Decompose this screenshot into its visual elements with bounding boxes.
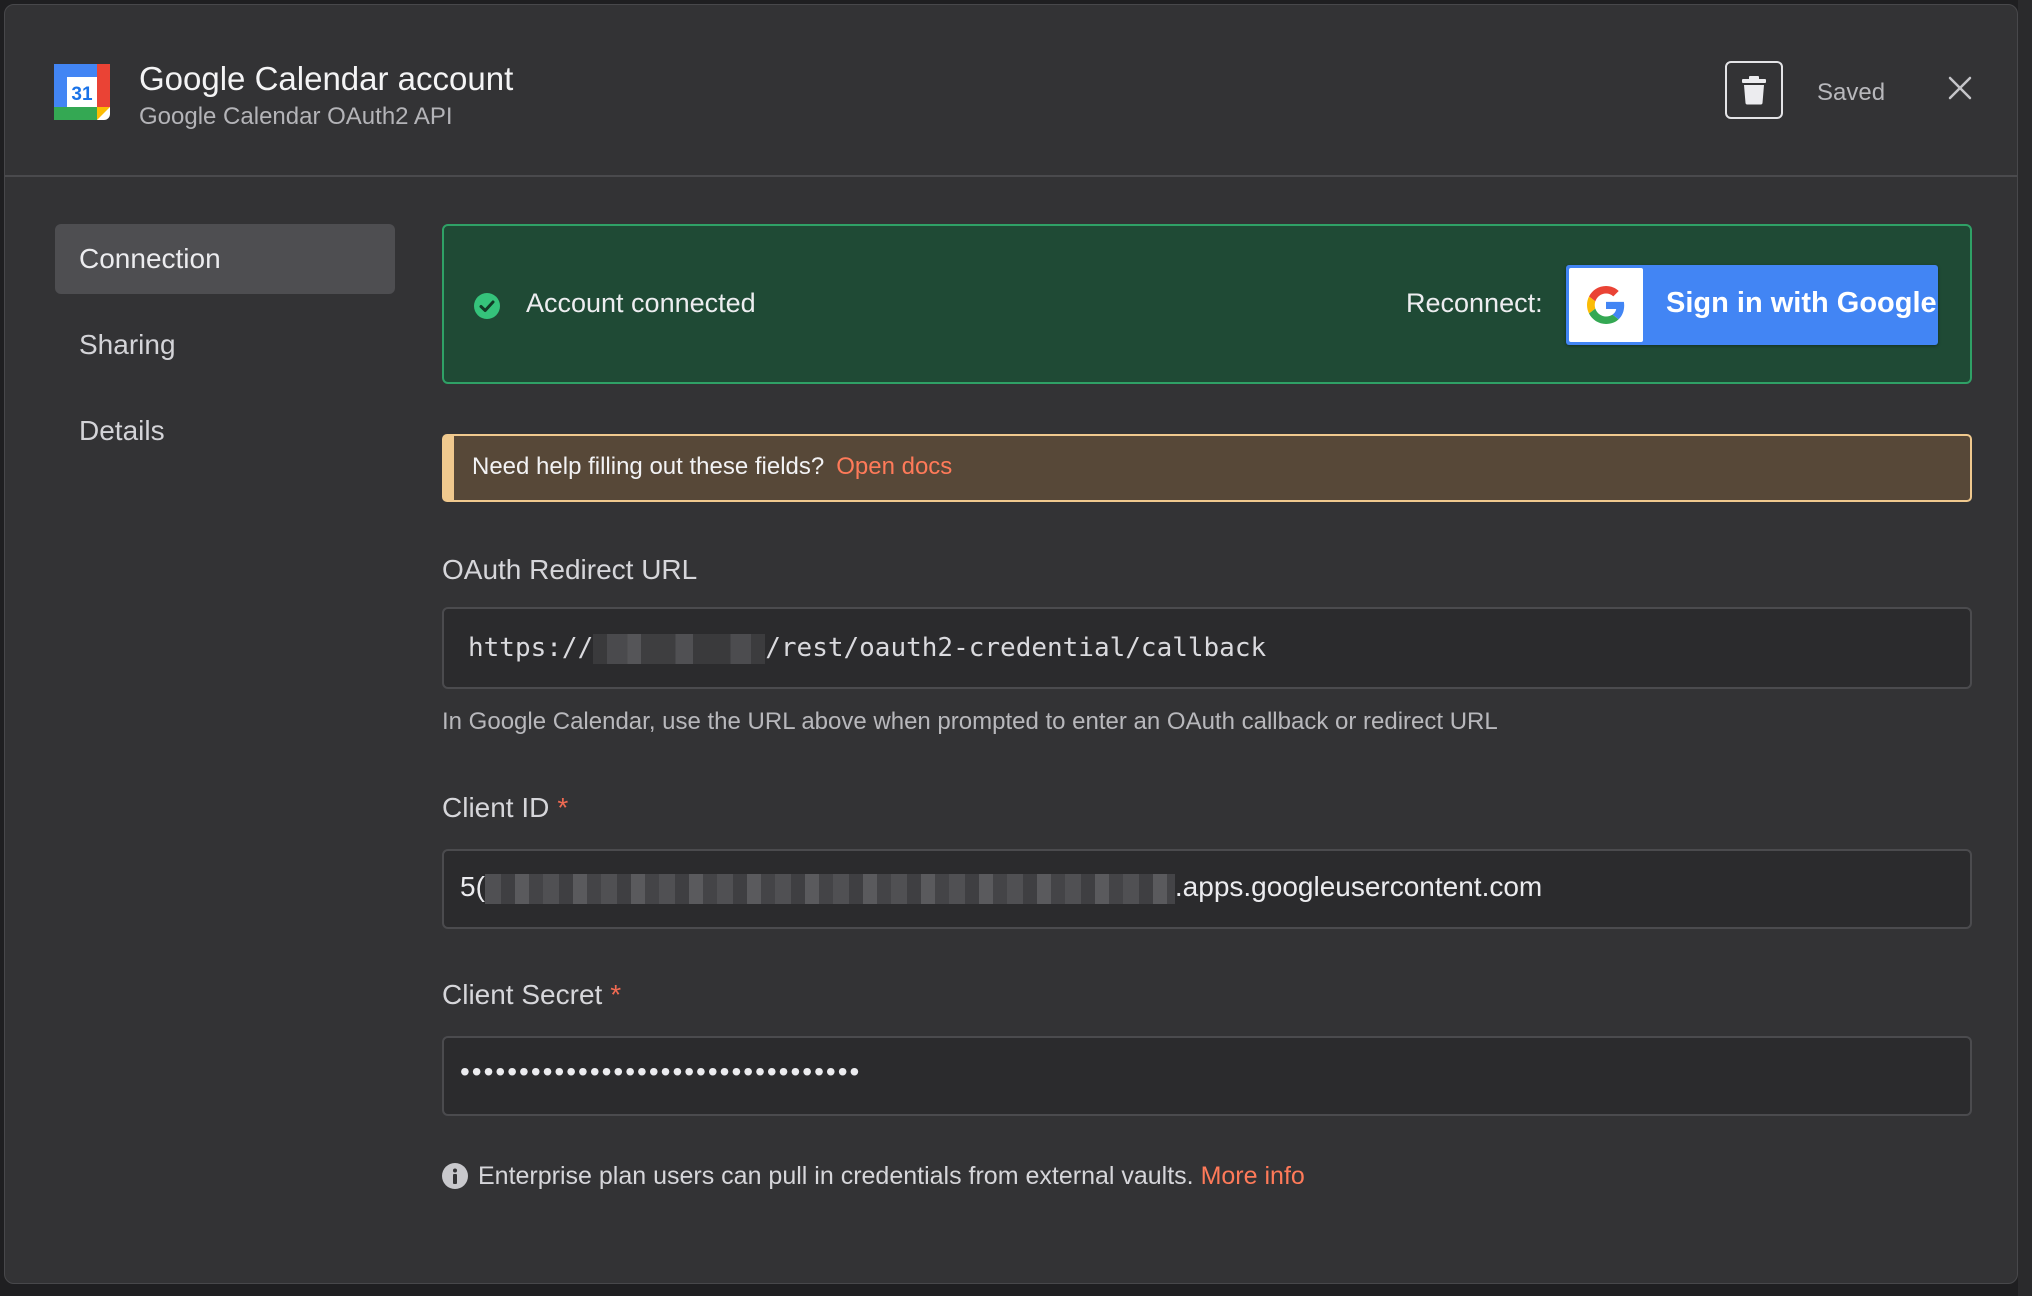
modal-title: Google Calendar account xyxy=(139,60,514,97)
client-secret-field[interactable]: •••••••••••••••••••••••••••••••••• xyxy=(442,1036,1972,1116)
connection-status-text: Account connected xyxy=(526,288,756,318)
calendar-day-number: 31 xyxy=(71,84,93,105)
account-connected-banner: Account connected Reconnect: Sign in wit… xyxy=(442,224,1972,384)
close-icon[interactable] xyxy=(1943,71,1977,105)
google-calendar-icon: 31 xyxy=(54,64,110,120)
modal-header: 31 Google Calendar account Google Calend… xyxy=(5,5,2017,177)
trash-icon xyxy=(1742,76,1766,105)
sidebar-item-details[interactable]: Details xyxy=(55,396,395,466)
redirect-url-prefix: https:// xyxy=(468,633,594,663)
credential-modal: 31 Google Calendar account Google Calend… xyxy=(4,4,2018,1284)
redirect-url-value[interactable]: https:// /rest/oauth2-credential/callback xyxy=(468,633,1266,664)
redirect-url-field[interactable]: https:// /rest/oauth2-credential/callback xyxy=(442,607,1972,689)
redacted-client-id xyxy=(484,873,1175,904)
help-question: Need help filling out these fields? xyxy=(472,453,825,480)
delete-button[interactable] xyxy=(1725,61,1783,119)
check-circle-icon xyxy=(474,293,500,319)
client-id-label: Client ID * xyxy=(442,792,568,824)
saved-status: Saved xyxy=(1817,79,1886,106)
sidebar-item-connection[interactable]: Connection xyxy=(55,224,395,294)
client-secret-label-text: Client Secret xyxy=(442,979,603,1010)
client-id-prefix: 5( xyxy=(460,871,485,902)
client-id-field[interactable]: 5( .apps.googleusercontent.com xyxy=(442,849,1972,929)
sidebar-item-sharing[interactable]: Sharing xyxy=(55,310,395,380)
redirect-url-label: OAuth Redirect URL xyxy=(442,554,698,585)
open-docs-link[interactable]: Open docs xyxy=(836,453,952,480)
help-text: Need help filling out these fields? Open … xyxy=(472,453,952,481)
redirect-url-suffix: /rest/oauth2-credential/callback xyxy=(765,633,1267,663)
required-mark: * xyxy=(610,979,622,1010)
client-id-value[interactable]: 5( .apps.googleusercontent.com xyxy=(460,871,1542,904)
client-secret-label: Client Secret * xyxy=(442,979,621,1011)
help-callout: Need help filling out these fields? Open … xyxy=(442,434,1972,502)
client-id-label-text: Client ID xyxy=(442,792,550,823)
sign-in-with-google-button[interactable]: Sign in with Google xyxy=(1566,265,1938,345)
reconnect-label: Reconnect: xyxy=(1406,288,1543,318)
redacted-host xyxy=(593,633,766,664)
info-icon xyxy=(442,1163,468,1189)
modal-subtitle: Google Calendar OAuth2 API xyxy=(139,103,453,130)
client-secret-masked-value[interactable]: •••••••••••••••••••••••••••••••••• xyxy=(460,1056,861,1088)
enterprise-info: Enterprise plan users can pull in creden… xyxy=(442,1162,1305,1191)
enterprise-info-text: Enterprise plan users can pull in creden… xyxy=(478,1162,1194,1190)
sidebar-nav: Connection Sharing Details xyxy=(55,224,395,482)
page-backdrop xyxy=(2018,0,2032,1296)
client-id-suffix: .apps.googleusercontent.com xyxy=(1174,871,1543,902)
google-logo-icon xyxy=(1569,268,1643,342)
required-mark: * xyxy=(557,792,569,823)
more-info-link[interactable]: More info xyxy=(1201,1162,1305,1190)
google-button-label: Sign in with Google xyxy=(1666,287,1937,319)
redirect-url-hint: In Google Calendar, use the URL above wh… xyxy=(442,708,1498,735)
